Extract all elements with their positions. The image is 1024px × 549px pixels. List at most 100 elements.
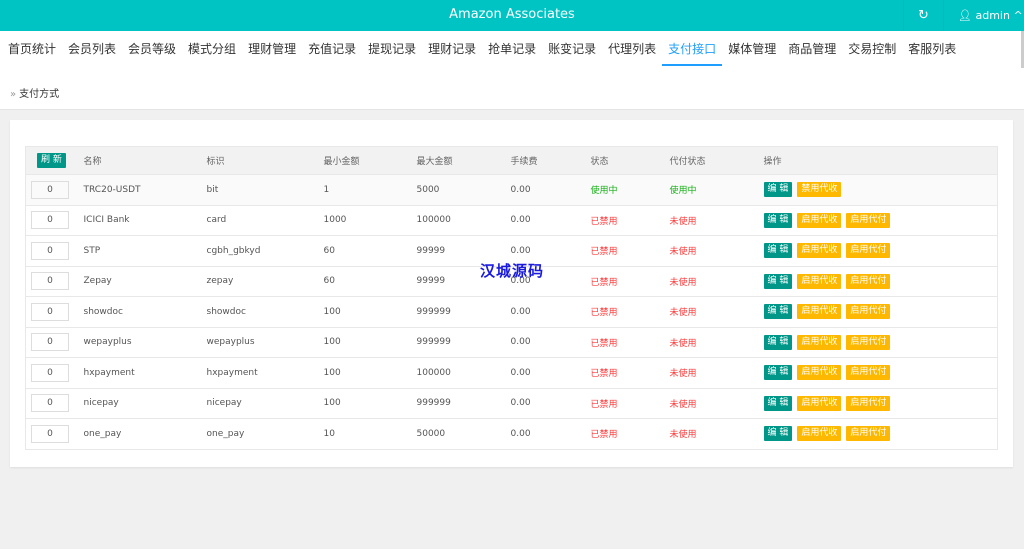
status-text: 使用中 — [590, 174, 670, 205]
sort-input[interactable]: 0 — [31, 424, 69, 443]
cell-name: Zepay — [83, 265, 207, 297]
cell-max: 100000 — [416, 204, 511, 236]
cell-name: ICICI Bank — [83, 204, 207, 236]
pay-status-text: 未使用 — [669, 235, 764, 266]
edit-button[interactable]: 编 辑 — [763, 212, 793, 228]
main-nav: 首页统计 会员列表 会员等级 模式分组 理财管理 充值记录 提现记录 理财记录 抢单记录 账变记录… — [0, 31, 1024, 68]
cell-name: TRC20-USDT — [83, 174, 207, 205]
toggle-button[interactable]: 启用代付 — [846, 334, 891, 350]
sort-input[interactable]: 0 — [31, 302, 69, 321]
sort-input[interactable]: 0 — [31, 180, 69, 199]
user-menu[interactable]: 👤︎ admin ^ — [943, 0, 1024, 31]
cell-id: zepay — [206, 265, 324, 297]
col-header: 代付状态 — [669, 146, 764, 175]
nav-tab[interactable]: 媒体管理 — [722, 31, 782, 68]
toggle-button[interactable]: 启用代收 — [797, 212, 842, 228]
edit-button[interactable]: 编 辑 — [763, 365, 793, 381]
sort-input[interactable]: 0 — [31, 241, 69, 260]
cell-fee: 0.00 — [510, 418, 591, 449]
edit-button[interactable]: 编 辑 — [763, 304, 793, 320]
cell-name: one_pay — [83, 418, 207, 449]
pay-status-text: 未使用 — [669, 357, 764, 388]
edit-button[interactable]: 编 辑 — [763, 395, 793, 411]
cell-min: 60 — [323, 265, 417, 297]
nav-tab[interactable]: 首页统计 — [2, 31, 62, 68]
cell-min: 10 — [323, 418, 417, 449]
status-text: 已禁用 — [590, 235, 670, 266]
nav-tab[interactable]: 模式分组 — [182, 31, 242, 68]
breadcrumb: » 支付方式 — [0, 68, 1024, 110]
cell-min: 100 — [323, 357, 417, 388]
status-text: 已禁用 — [590, 265, 670, 297]
toggle-button[interactable]: 启用代付 — [846, 304, 891, 320]
cell-min: 1000 — [323, 204, 417, 236]
toggle-button[interactable]: 启用代付 — [846, 212, 891, 228]
edit-button[interactable]: 编 辑 — [763, 243, 793, 259]
nav-tab[interactable]: 商品管理 — [782, 31, 842, 68]
pay-status-text: 未使用 — [669, 296, 764, 327]
nav-tab[interactable]: 会员等级 — [122, 31, 182, 68]
nav-tab[interactable]: 提现记录 — [362, 31, 422, 68]
col-header: 标识 — [206, 146, 324, 175]
toggle-button[interactable]: 启用代收 — [797, 243, 842, 259]
status-text: 已禁用 — [590, 204, 670, 236]
cell-max: 5000 — [416, 174, 511, 205]
refresh-button[interactable]: 刷 新 — [37, 153, 66, 168]
pay-status-text: 未使用 — [669, 387, 764, 419]
sort-input[interactable]: 0 — [31, 333, 69, 352]
nav-tab[interactable]: 理财管理 — [242, 31, 302, 68]
edit-button[interactable]: 编 辑 — [763, 334, 793, 350]
cell-fee: 0.00 — [510, 204, 591, 236]
nav-tab[interactable]: 账变记录 — [542, 31, 602, 68]
cell-id: one_pay — [206, 418, 324, 449]
sort-input[interactable]: 0 — [31, 363, 69, 382]
toggle-button[interactable]: 启用代付 — [846, 273, 891, 289]
sort-input[interactable]: 0 — [31, 272, 69, 291]
nav-tab[interactable]: 充值记录 — [302, 31, 362, 68]
payment-card: 刷 新 名称 标识 最小金额 最大金额 手续费 状态 代付状态 操作 0 TRC2… — [10, 120, 1013, 467]
nav-tab[interactable]: 会员列表 — [62, 31, 122, 68]
toggle-button[interactable]: 启用代收 — [797, 426, 842, 442]
cell-id: hxpayment — [206, 357, 324, 388]
cell-fee: 0.00 — [510, 174, 591, 205]
toggle-button[interactable]: 启用代付 — [846, 243, 891, 259]
col-header: 名称 — [83, 146, 207, 175]
col-header: 手续费 — [510, 146, 591, 175]
pay-status-text: 使用中 — [669, 174, 764, 205]
sort-input[interactable]: 0 — [31, 211, 69, 230]
toggle-button[interactable]: 禁用代收 — [797, 182, 842, 198]
pay-status-text: 未使用 — [669, 265, 764, 297]
cell-fee: 0.00 — [510, 296, 591, 327]
toggle-button[interactable]: 启用代收 — [797, 365, 842, 381]
refresh-icon[interactable]: ↻ — [903, 0, 943, 31]
payment-table: 刷 新 名称 标识 最小金额 最大金额 手续费 状态 代付状态 操作 0 TRC2… — [25, 146, 998, 450]
toggle-button[interactable]: 启用代收 — [797, 395, 842, 411]
toggle-button[interactable]: 启用代付 — [846, 365, 891, 381]
breadcrumb-current: 支付方式 — [19, 89, 60, 100]
col-header: 状态 — [590, 146, 670, 175]
edit-button[interactable]: 编 辑 — [763, 182, 793, 198]
watermark: 汉城源码 — [480, 262, 545, 280]
toggle-button[interactable]: 启用代收 — [797, 304, 842, 320]
nav-tab[interactable]: 代理列表 — [602, 31, 662, 68]
nav-tab[interactable]: 客服列表 — [902, 31, 962, 68]
nav-tab[interactable]: 交易控制 — [842, 31, 902, 68]
col-header: 操作 — [763, 146, 998, 175]
nav-tab[interactable]: 理财记录 — [422, 31, 482, 68]
top-header: Amazon Associates ↻ 👤︎ admin ^ — [0, 0, 1024, 31]
edit-button[interactable]: 编 辑 — [763, 273, 793, 289]
status-text: 已禁用 — [590, 387, 670, 419]
toggle-button[interactable]: 启用代付 — [846, 426, 891, 442]
toggle-button[interactable]: 启用代收 — [797, 334, 842, 350]
cell-name: nicepay — [83, 387, 207, 419]
edit-button[interactable]: 编 辑 — [763, 426, 793, 442]
nav-tab[interactable]: 抢单记录 — [482, 31, 542, 68]
app-title: Amazon Associates — [449, 7, 575, 22]
nav-tab[interactable]: 支付接口 — [662, 31, 723, 68]
cell-min: 100 — [323, 387, 417, 419]
sort-input[interactable]: 0 — [31, 394, 69, 413]
toggle-button[interactable]: 启用代收 — [797, 273, 842, 289]
cell-id: nicepay — [206, 387, 324, 419]
table-row: 0 wepayplus wepayplus 100 999999 0.00 已禁用 未使用编 … — [25, 326, 998, 358]
toggle-button[interactable]: 启用代付 — [846, 395, 891, 411]
